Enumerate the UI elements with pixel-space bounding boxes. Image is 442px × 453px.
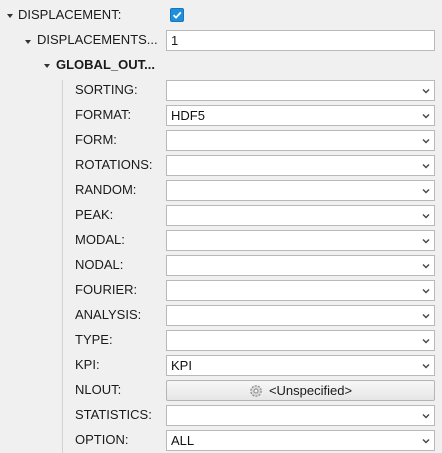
- displacements-id-field[interactable]: 1: [166, 30, 435, 51]
- random-select[interactable]: [166, 180, 435, 201]
- format-value: HDF5: [171, 108, 205, 123]
- sorting-label: SORTING:: [75, 82, 138, 97]
- displacement-expand-icon[interactable]: [7, 14, 13, 18]
- analysis-select[interactable]: [166, 305, 435, 326]
- option-value: ALL: [171, 433, 195, 448]
- displacement-label: DISPLACEMENT:: [18, 7, 122, 22]
- type-select[interactable]: [166, 330, 435, 351]
- statistics-label: STATISTICS:: [75, 407, 152, 422]
- peak-select[interactable]: [166, 205, 435, 226]
- chevron-down-icon: [422, 339, 430, 344]
- sorting-select[interactable]: [166, 80, 435, 101]
- statistics-select[interactable]: [166, 405, 435, 426]
- option-label: OPTION:: [75, 432, 129, 447]
- checkmark-icon: [172, 11, 182, 19]
- form-select[interactable]: [166, 130, 435, 151]
- rotations-select[interactable]: [166, 155, 435, 176]
- kpi-value: KPI: [171, 358, 192, 373]
- nlout-label: NLOUT:: [75, 382, 122, 397]
- rotations-label: ROTATIONS:: [75, 157, 153, 172]
- global-out-label: GLOBAL_OUT...: [56, 57, 155, 72]
- global-out-expand-icon[interactable]: [44, 64, 50, 68]
- chevron-down-icon: [422, 139, 430, 144]
- format-label: FORMAT:: [75, 107, 132, 122]
- random-label: RANDOM:: [75, 182, 137, 197]
- form-label: FORM:: [75, 132, 117, 147]
- fourier-select[interactable]: [166, 280, 435, 301]
- chevron-down-icon: [422, 289, 430, 294]
- analysis-label: ANALYSIS:: [75, 307, 142, 322]
- chevron-down-icon: [422, 364, 430, 369]
- displacements-id-value: 1: [171, 33, 179, 48]
- chevron-down-icon: [422, 439, 430, 444]
- chevron-down-icon: [422, 264, 430, 269]
- nlout-select-button[interactable]: <Unspecified>: [166, 380, 435, 401]
- format-select[interactable]: HDF5: [166, 105, 435, 126]
- chevron-down-icon: [422, 239, 430, 244]
- nodal-label: NODAL:: [75, 257, 124, 272]
- chevron-down-icon: [422, 214, 430, 219]
- option-select[interactable]: ALL: [166, 430, 435, 451]
- chevron-down-icon: [422, 414, 430, 419]
- type-label: TYPE:: [75, 332, 113, 347]
- chevron-down-icon: [422, 89, 430, 94]
- chevron-down-icon: [422, 114, 430, 119]
- modal-label: MODAL:: [75, 232, 125, 247]
- displacements-expand-icon[interactable]: [25, 40, 31, 44]
- displacement-checkbox[interactable]: [170, 8, 184, 22]
- chevron-down-icon: [422, 189, 430, 194]
- nodal-select[interactable]: [166, 255, 435, 276]
- peak-label: PEAK:: [75, 207, 114, 222]
- chevron-down-icon: [422, 164, 430, 169]
- nlout-button-label: <Unspecified>: [268, 383, 353, 398]
- gear-icon: [250, 385, 262, 397]
- chevron-down-icon: [422, 314, 430, 319]
- displacements-label: DISPLACEMENTS...: [37, 32, 158, 47]
- kpi-label: KPI:: [75, 357, 100, 372]
- modal-select[interactable]: [166, 230, 435, 251]
- fourier-label: FOURIER:: [75, 282, 138, 297]
- column-divider: [62, 80, 63, 453]
- kpi-select[interactable]: KPI: [166, 355, 435, 376]
